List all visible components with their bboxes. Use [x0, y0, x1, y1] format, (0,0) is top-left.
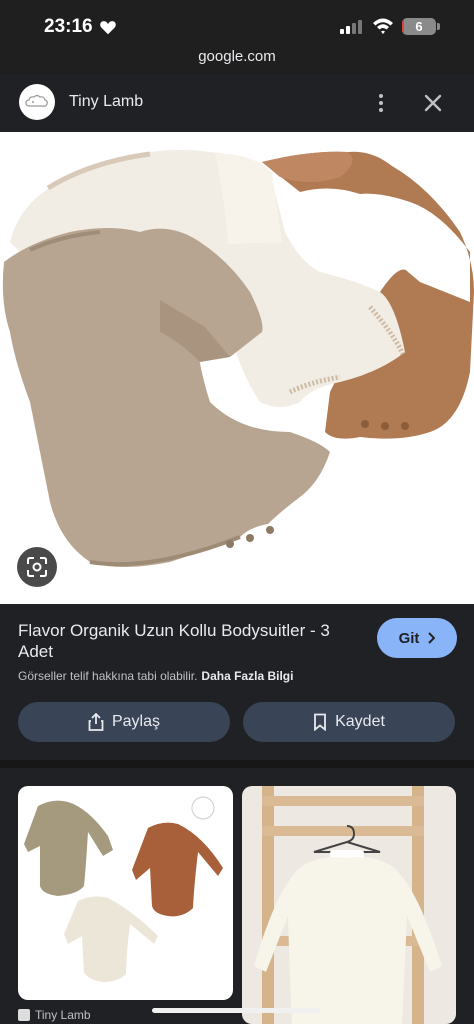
lens-button[interactable] [17, 547, 57, 587]
bookmark-icon [314, 713, 326, 731]
result-info-panel: Flavor Organik Uzun Kollu Bodysuitler - … [0, 604, 474, 760]
site-name[interactable]: Tiny Lamb [69, 93, 143, 111]
source-favicon-icon [18, 1009, 30, 1021]
close-icon[interactable] [420, 90, 446, 116]
more-info-link[interactable]: Daha Fazla Bilgi [201, 669, 293, 683]
status-time: 23:16 [44, 16, 93, 37]
main-product-image[interactable] [0, 132, 474, 604]
viewer-header: Tiny Lamb [0, 74, 474, 132]
url-text: google.com [198, 48, 276, 65]
go-button[interactable]: Git [377, 618, 457, 658]
related-source[interactable]: Tiny Lamb [18, 1008, 91, 1022]
related-results: Tiny Lamb [0, 768, 474, 1024]
site-logo[interactable] [19, 84, 55, 120]
source-name: Tiny Lamb [35, 1008, 91, 1022]
chevron-right-icon [428, 632, 436, 644]
save-label: Kaydet [335, 713, 385, 730]
status-bar: 23:16 6 [0, 0, 474, 48]
signal-icon [340, 20, 362, 34]
share-icon [88, 713, 104, 731]
share-label: Paylaş [111, 713, 161, 730]
result-title[interactable]: Flavor Organik Uzun Kollu Bodysuitler - … [18, 620, 363, 662]
related-image-card-2[interactable] [242, 786, 456, 1024]
share-button[interactable]: Paylaş [18, 702, 230, 742]
url-bar[interactable]: google.com [0, 48, 474, 74]
go-label: Git [398, 629, 420, 647]
battery-tip [437, 23, 440, 30]
copyright-text: Görseller telif hakkına tabi olabilir. [18, 669, 198, 683]
more-vert-icon[interactable] [370, 90, 392, 116]
heart-icon [99, 21, 116, 35]
bodysuits-photo [2, 150, 474, 567]
status-time-group: 23:16 [44, 16, 117, 38]
related-hanging-bodysuit-image [254, 786, 442, 1024]
lens-icon [27, 557, 47, 577]
save-button[interactable]: Kaydet [243, 702, 455, 742]
battery-icon: 6 [402, 18, 436, 35]
lamb-logo-icon [25, 94, 48, 107]
wifi-icon [373, 18, 393, 34]
copyright-notice: Görseller telif hakkına tabi olabilir. Da… [18, 669, 293, 683]
related-bodysuits-image [24, 796, 223, 982]
home-indicator[interactable] [152, 1008, 320, 1013]
related-image-card[interactable] [18, 786, 233, 1000]
battery-level: 6 [415, 19, 423, 34]
section-divider [0, 760, 474, 768]
